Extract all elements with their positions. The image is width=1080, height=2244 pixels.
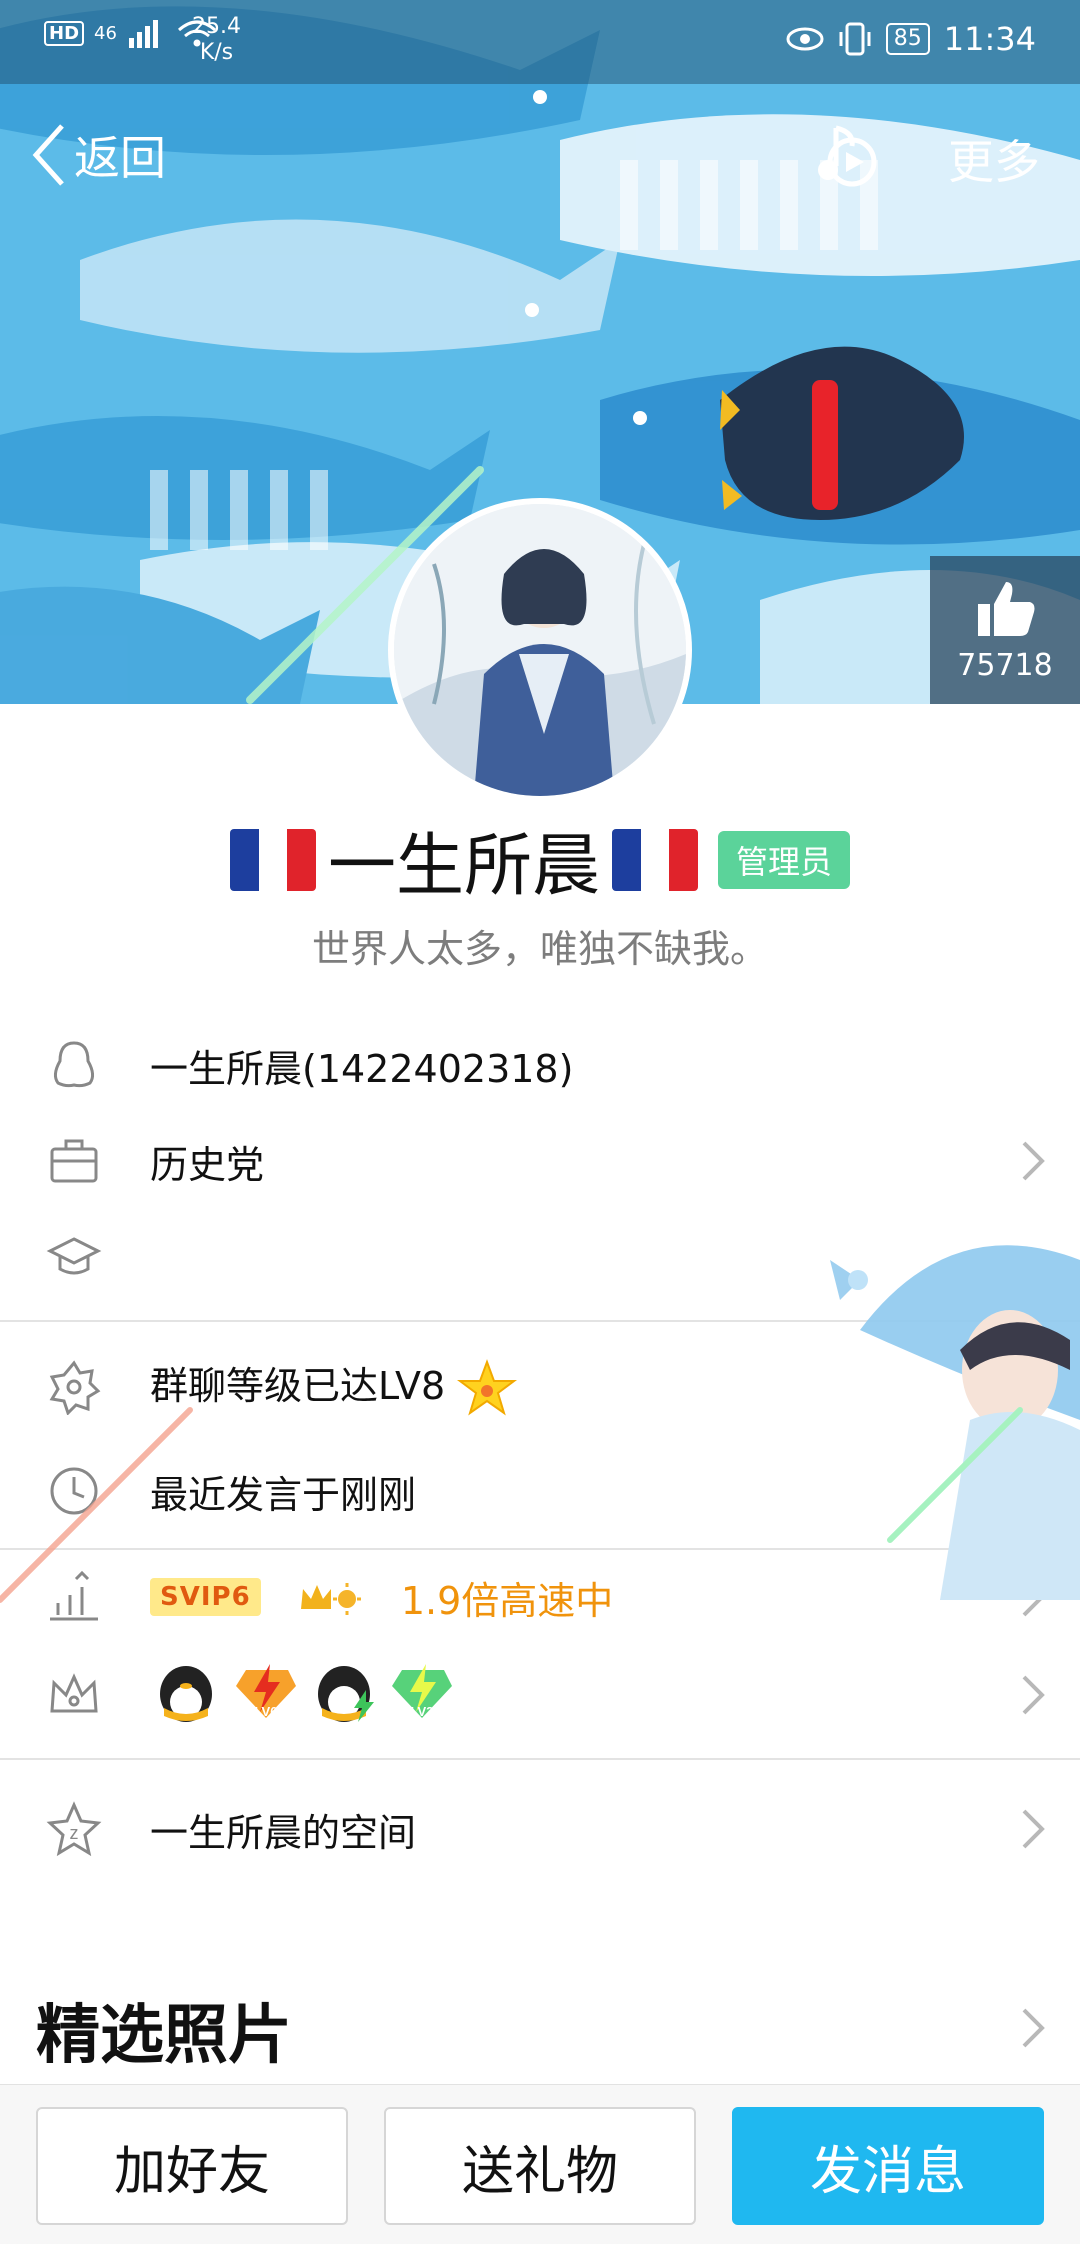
crown-sun-icon xyxy=(300,1583,361,1615)
vibrate-icon xyxy=(839,22,871,56)
name-row: 一生所晨 管理员 xyxy=(0,810,1080,909)
france-flag-icon xyxy=(612,828,698,891)
chevron-left-icon xyxy=(32,124,64,186)
battery-level: 85 xyxy=(885,23,930,55)
graduation-cap-icon xyxy=(46,1237,102,1275)
privilege-badges: LV6 LV3 xyxy=(160,1663,452,1722)
bottom-action-bar: 加好友 送礼物 发消息 xyxy=(0,2084,1080,2244)
back-label: 返回 xyxy=(74,131,166,185)
clock: 11:34 xyxy=(943,20,1036,58)
space-text: 一生所晨的空间 xyxy=(150,1810,417,1855)
briefcase-icon xyxy=(50,1139,98,1183)
qq-penguin-icon xyxy=(160,1665,212,1722)
network-type: 46 xyxy=(94,22,117,44)
hd-indicator: HD xyxy=(44,20,85,46)
status-right: 85 11:34 xyxy=(786,20,1036,58)
chevron-right-icon[interactable] xyxy=(1018,2004,1048,2052)
svg-text:z: z xyxy=(70,1823,79,1843)
thumbs-up-icon xyxy=(978,582,1035,636)
like-button[interactable]: 75718 xyxy=(930,556,1080,704)
privilege-row[interactable]: LV6 LV3 xyxy=(0,1662,1080,1728)
avatar-image xyxy=(394,504,686,796)
music-play-icon[interactable] xyxy=(806,120,882,196)
space-row[interactable]: z 一生所晨的空间 xyxy=(0,1798,1080,1860)
send-message-button[interactable]: 发消息 xyxy=(732,2107,1044,2225)
decor-streak-image xyxy=(0,1407,193,1603)
back-button[interactable]: 返回 xyxy=(30,122,166,188)
privilege-icons: LV6 LV3 xyxy=(156,1656,516,1735)
speed-unit: K/s xyxy=(199,40,234,65)
status-left: HD 46 xyxy=(44,18,217,48)
nickname: 一生所晨 xyxy=(327,827,600,906)
lv3-bolt-icon: LV3 xyxy=(392,1663,452,1719)
account-row: 一生所晨(1422402318) xyxy=(0,1034,1080,1096)
chevron-right-icon xyxy=(1022,1809,1045,1849)
add-friend-button[interactable]: 加好友 xyxy=(36,2107,348,2225)
account-text: 一生所晨(1422402318) xyxy=(150,1046,574,1091)
chevron-right-icon xyxy=(1022,1675,1045,1715)
more-button[interactable]: 更多 xyxy=(948,126,1040,192)
profile-avatar[interactable] xyxy=(388,498,692,802)
status-bar: HD 46 25.4 K/s 85 11:34 xyxy=(0,0,1080,84)
speed-value: 25.4 xyxy=(192,14,241,39)
divider xyxy=(0,1758,1080,1760)
network-speed: 25.4 K/s xyxy=(192,14,241,66)
chevron-right-icon xyxy=(1022,1141,1045,1181)
crown-outline-icon xyxy=(50,1673,98,1713)
star-icon xyxy=(457,1358,518,1416)
lv6-bolt-icon: LV6 xyxy=(236,1663,296,1719)
photos-section-title: 精选照片 xyxy=(36,1999,292,2073)
penguin-outline-icon xyxy=(53,1041,95,1088)
send-gift-button[interactable]: 送礼物 xyxy=(384,2107,696,2225)
france-flag-icon xyxy=(229,828,316,891)
eye-comfort-icon xyxy=(786,27,824,51)
vip-info: SVIP6 1.9倍高速中 xyxy=(150,1570,613,1625)
admin-badge: 管理员 xyxy=(718,830,851,889)
vip-speed-text: 1.9倍高速中 xyxy=(400,1578,614,1623)
like-count: 75718 xyxy=(957,648,1053,683)
group-level-text: 群聊等级已达LV8 xyxy=(150,1355,518,1419)
decor-character-image xyxy=(830,1245,1080,1600)
svg-text:LV6: LV6 xyxy=(255,1704,278,1719)
qzone-star-icon: z xyxy=(46,1801,102,1857)
occupation-text: 历史党 xyxy=(150,1142,265,1187)
occupation-row[interactable]: 历史党 xyxy=(0,1130,1080,1192)
signature: 世界人太多，唯独不缺我。 xyxy=(311,927,768,971)
svg-text:LV3: LV3 xyxy=(411,1704,434,1719)
top-nav: 返回 更多 xyxy=(0,100,1080,220)
qq-penguin-bolt-icon xyxy=(318,1665,374,1722)
signal-icon xyxy=(128,20,158,48)
